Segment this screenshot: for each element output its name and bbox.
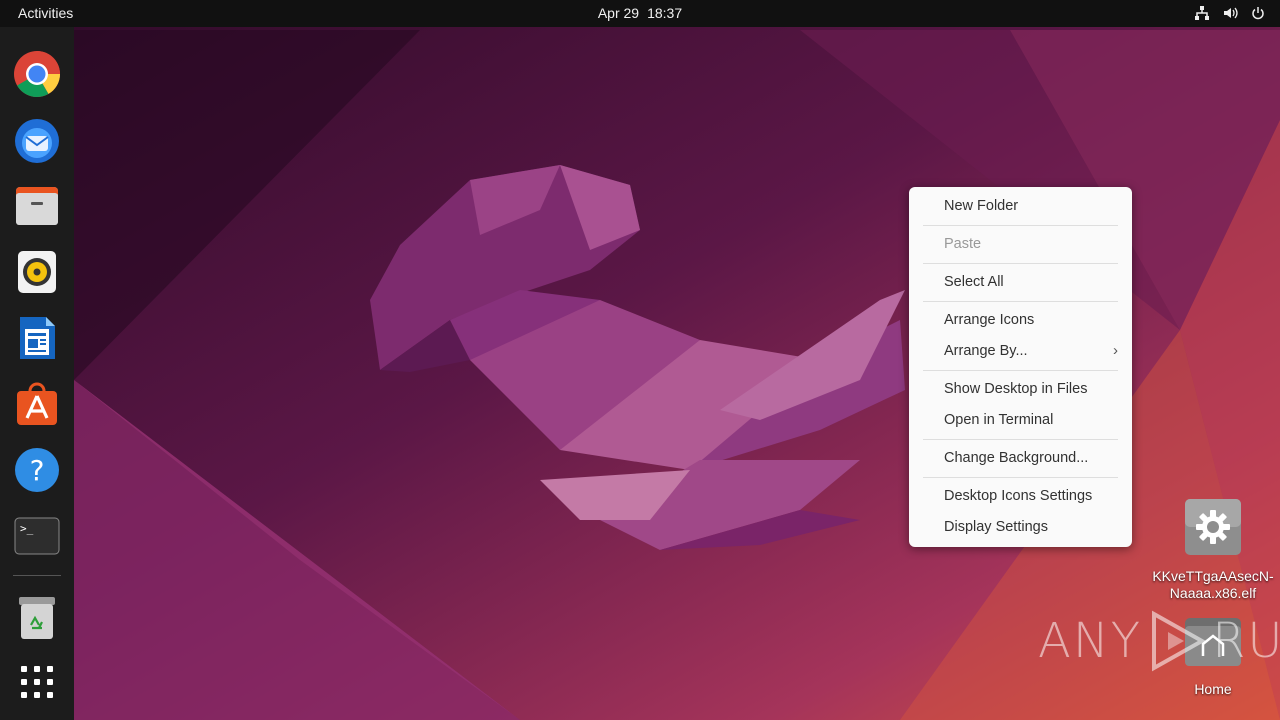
menu-arrange-by[interactable]: Arrange By... › (944, 339, 1118, 363)
menu-separator (923, 301, 1118, 302)
menu-new-folder[interactable]: New Folder (944, 194, 1118, 218)
menu-arrange-icons[interactable]: Arrange Icons (944, 308, 1118, 332)
clock-date: Apr 29 (597, 5, 640, 21)
clock-time: 18:37 (647, 5, 683, 21)
terminal-icon: >_ (14, 517, 60, 555)
menu-select-all[interactable]: Select All (944, 270, 1118, 294)
menu-open-in-terminal[interactable]: Open in Terminal (944, 408, 1118, 432)
menu-arrange-by-label: Arrange By... (944, 343, 1028, 359)
dock-terminal[interactable]: >_ (12, 511, 62, 561)
dock-software[interactable] (12, 379, 62, 429)
chevron-right-icon: › (1113, 342, 1118, 359)
terminal-glyph: >_ (20, 522, 34, 535)
dock-chrome[interactable] (12, 49, 62, 99)
activities-button[interactable]: Activities (18, 5, 73, 21)
menu-separator (923, 477, 1118, 478)
writer-icon (20, 317, 55, 359)
menu-separator (923, 263, 1118, 264)
dock-rhythmbox[interactable] (12, 247, 62, 297)
dock-separator (13, 575, 61, 576)
anyrun-watermark: ANY RUN (1038, 610, 1280, 672)
desktop-file-label: KKveTTgaAAsecN-Naaaa.x86.elf (1152, 568, 1274, 601)
gear-icon (1185, 499, 1241, 555)
dock-show-applications[interactable] (12, 657, 62, 707)
software-icon (17, 382, 57, 425)
dock-writer[interactable] (12, 313, 62, 363)
dock-files[interactable] (12, 181, 62, 231)
system-tray (1194, 5, 1266, 21)
trash-icon (19, 597, 55, 639)
help-icon: ? (15, 448, 59, 492)
dock: ? >_ (0, 27, 74, 720)
menu-separator (923, 439, 1118, 440)
watermark-left: ANY (1038, 613, 1143, 669)
menu-show-desktop-in-files[interactable]: Show Desktop in Files (944, 377, 1118, 401)
menu-separator (923, 370, 1118, 371)
files-icon (16, 187, 58, 225)
desktop-context-menu: New Folder Paste Select All Arrange Icon… (909, 187, 1132, 547)
svg-text:?: ? (30, 454, 45, 487)
menu-display-settings[interactable]: Display Settings (944, 515, 1118, 539)
app-grid-icon (21, 666, 53, 698)
thunderbird-icon (15, 119, 59, 163)
desktop-home-label: Home (1194, 681, 1232, 697)
desktop-file-elf[interactable]: KKveTTgaAAsecN-Naaaa.x86.elf (1148, 499, 1278, 602)
menu-desktop-icons-settings[interactable]: Desktop Icons Settings (944, 484, 1118, 508)
dock-thunderbird[interactable] (12, 115, 62, 165)
dock-trash[interactable] (12, 593, 62, 643)
chrome-icon (14, 51, 60, 97)
menu-change-background[interactable]: Change Background... (944, 446, 1118, 470)
network-icon[interactable] (1194, 5, 1210, 21)
menu-separator (923, 225, 1118, 226)
volume-icon[interactable] (1222, 5, 1238, 21)
power-icon[interactable] (1250, 5, 1266, 21)
menu-paste: Paste (944, 236, 982, 252)
play-logo-icon (1152, 610, 1207, 672)
clock: Apr 29 18:37 (0, 5, 1280, 21)
clock-button[interactable]: Apr 29 18:37 (598, 5, 682, 21)
rhythmbox-icon (18, 251, 56, 293)
dock-help[interactable]: ? (12, 445, 62, 495)
watermark-right: RUN (1212, 613, 1280, 669)
top-bar: Activities Apr 29 18:37 (0, 0, 1280, 27)
